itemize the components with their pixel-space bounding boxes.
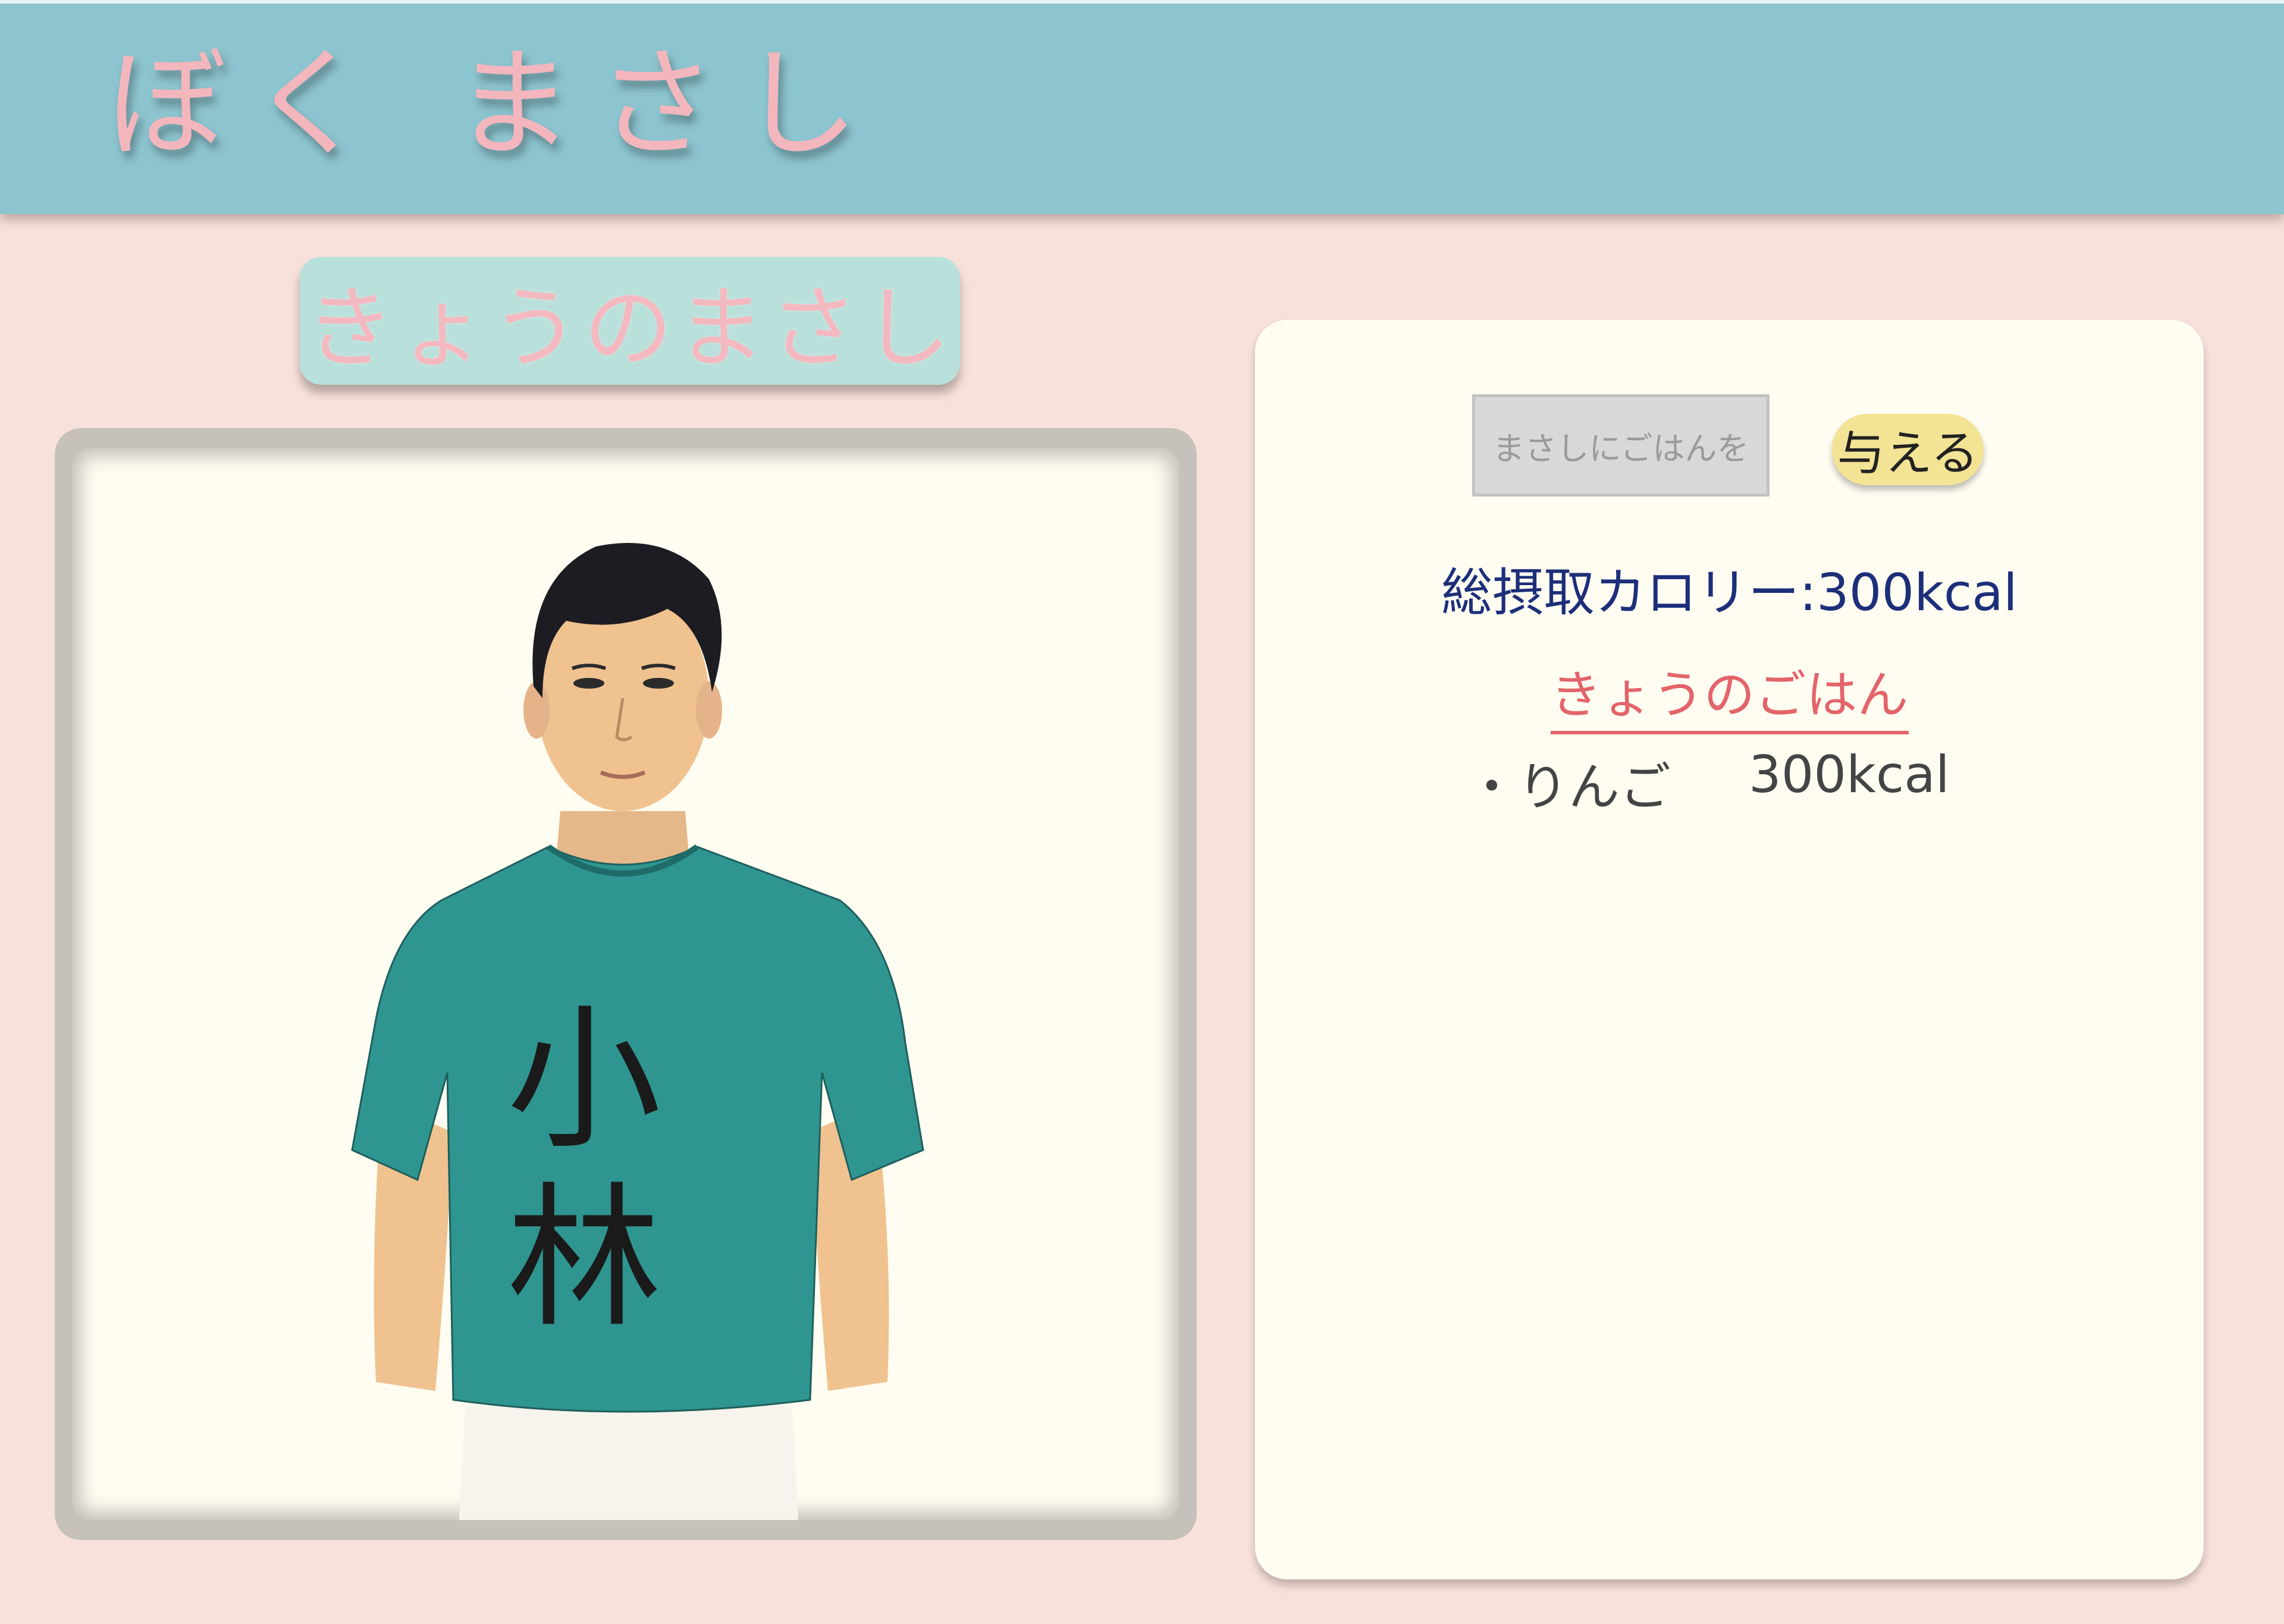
- today-meals-heading: きょうのごはん: [1255, 653, 2204, 734]
- list-item: ・りんご 300kcal: [1466, 745, 2001, 819]
- portrait-canvas: 小 林: [73, 448, 1179, 1520]
- today-meals-heading-text: きょうのごはん: [1550, 665, 1909, 734]
- give-button[interactable]: 与える: [1832, 414, 1984, 485]
- app-title: ぼく まさし: [107, 35, 883, 174]
- meal-name: ・りんご: [1466, 758, 1671, 817]
- feeding-panel: まさしにごはんを 与える 総摂取カロリー:300kcal きょうのごはん ・りん…: [1255, 320, 2204, 1579]
- app-header: ぼく まさし: [0, 0, 2284, 214]
- food-input[interactable]: まさしにごはんを: [1472, 394, 1770, 497]
- total-calories: 総摂取カロリー:300kcal: [1441, 563, 2018, 623]
- meal-kcal: 300kcal: [1749, 745, 1950, 805]
- portrait-frame: 小 林: [55, 428, 1197, 1540]
- shirt-text-2: 林: [507, 1169, 661, 1349]
- section-label-text: きょうのまさし: [305, 277, 955, 381]
- section-label: きょうのまさし: [300, 257, 960, 385]
